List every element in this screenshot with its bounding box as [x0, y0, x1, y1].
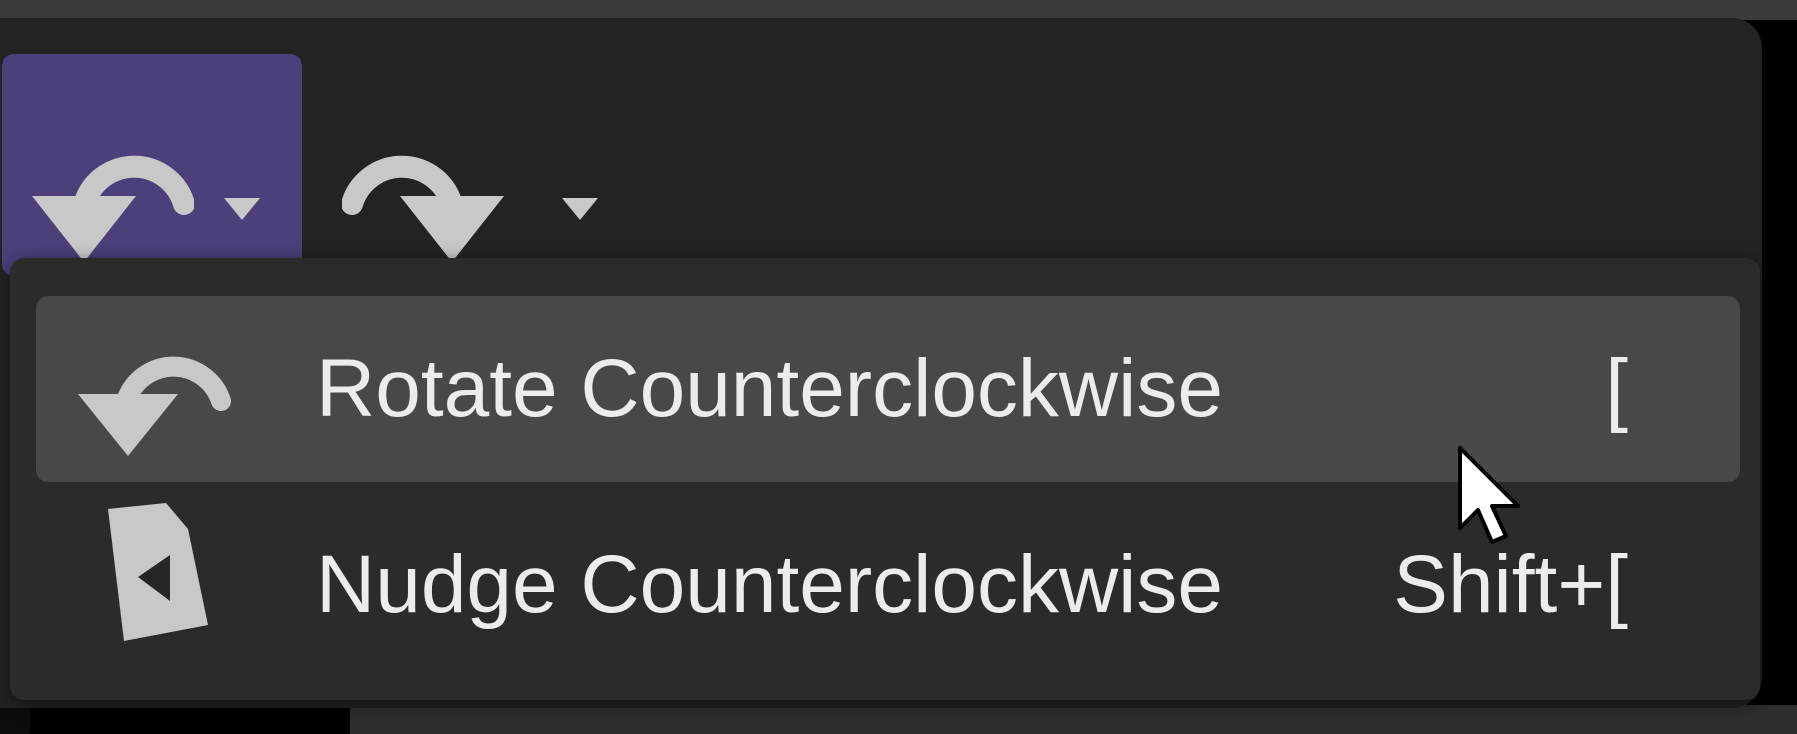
rotate-clockwise-button[interactable] [320, 54, 620, 276]
menu-item-nudge-counterclockwise[interactable]: Nudge Counterclockwise Shift+[ [36, 492, 1740, 678]
chevron-down-icon[interactable] [222, 194, 262, 224]
menu-item-label: Rotate Counterclockwise [316, 343, 1223, 434]
chevron-down-icon[interactable] [560, 194, 600, 224]
menu-item-rotate-counterclockwise[interactable]: Rotate Counterclockwise [ [36, 296, 1740, 482]
rotate-dropdown-menu: Rotate Counterclockwise [ Nudge Counterc… [10, 258, 1760, 700]
rotate-ccw-icon [78, 356, 231, 456]
window-top-edge [0, 0, 1797, 20]
rotate-cw-icon [342, 155, 504, 262]
nudge-ccw-icon [108, 503, 208, 641]
rotate-counterclockwise-button[interactable] [2, 54, 302, 276]
rotate-ccw-icon [32, 155, 194, 262]
menu-item-label: Nudge Counterclockwise [316, 539, 1224, 630]
menu-item-shortcut: Shift+[ [1393, 539, 1628, 630]
menu-item-shortcut: [ [1605, 343, 1628, 434]
window-bottom-edge [350, 705, 1797, 734]
